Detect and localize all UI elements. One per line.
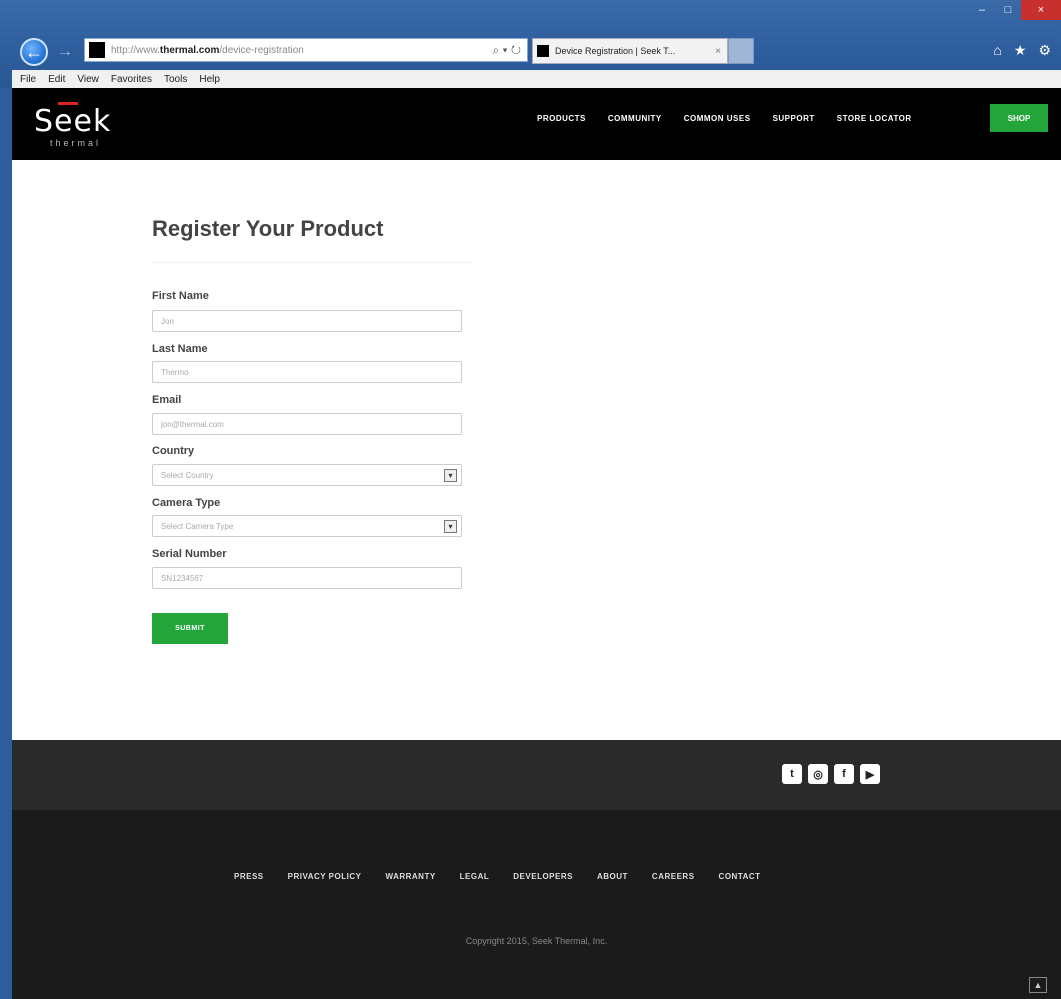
close-window-icon[interactable]: × [1021, 0, 1061, 20]
nav-common-uses[interactable]: COMMON USES [684, 114, 751, 123]
camera-type-label: Camera Type [152, 497, 221, 509]
menu-help[interactable]: Help [199, 74, 220, 85]
instagram-icon[interactable]: ◎ [808, 764, 828, 784]
last-name-label: Last Name [152, 343, 208, 355]
email-label: Email [152, 394, 182, 406]
address-bar[interactable]: http://www.thermal.com/device-registrati… [84, 38, 528, 62]
menu-tools[interactable]: Tools [164, 74, 187, 85]
tab-close-icon[interactable]: × [715, 46, 721, 57]
serial-number-label: Serial Number [152, 548, 227, 560]
new-tab-button[interactable] [728, 38, 754, 64]
scroll-to-top-icon[interactable]: ▲ [1029, 977, 1047, 993]
submit-button[interactable]: SUBMIT [152, 613, 228, 644]
page-title: Register Your Product [152, 216, 384, 241]
menu-edit[interactable]: Edit [48, 74, 65, 85]
copyright-text: Copyright 2015, Seek Thermal, Inc. [465, 936, 608, 946]
footer-link-legal[interactable]: LEGAL [460, 872, 490, 881]
twitter-icon[interactable]: t [782, 764, 802, 784]
first-name-input[interactable]: Jon [152, 310, 462, 332]
first-name-label: First Name [152, 290, 209, 302]
shop-button[interactable]: SHOP [990, 104, 1048, 132]
camera-type-select-value: Select Camera Type [161, 521, 234, 531]
menu-file[interactable]: File [20, 74, 36, 85]
forward-arrow-icon: → [57, 43, 73, 60]
nav-community[interactable]: COMMUNITY [608, 114, 662, 123]
registration-section: Register Your Product First Name Jon Las… [12, 160, 1061, 740]
settings-gear-icon[interactable]: ⚙ [1038, 42, 1051, 59]
country-select-value: Select Country [161, 470, 214, 480]
footer-link-privacy[interactable]: PRIVACY POLICY [288, 872, 362, 881]
tab-title: Device Registration | Seek T... [555, 46, 676, 56]
footer-link-careers[interactable]: CAREERS [652, 872, 695, 881]
browser-toolbar-icons: ⌂ ★ ⚙ [993, 42, 1051, 59]
favorites-star-icon[interactable]: ★ [1014, 42, 1027, 59]
footer-link-press[interactable]: PRESS [234, 872, 264, 881]
site-header: Seek thermal PRODUCTS COMMUNITY COMMON U… [12, 88, 1061, 160]
url-path: /device-registration [219, 44, 304, 56]
back-arrow-icon: ← [25, 41, 43, 62]
nav-support[interactable]: SUPPORT [773, 114, 815, 123]
seek-logo[interactable]: Seek [34, 104, 111, 139]
last-name-input[interactable]: Thermo [152, 361, 462, 383]
home-icon[interactable]: ⌂ [993, 42, 1001, 59]
footer-link-about[interactable]: ABOUT [597, 872, 628, 881]
chevron-down-icon[interactable]: ▾ [444, 520, 457, 533]
footer-link-developers[interactable]: DEVELOPERS [513, 872, 573, 881]
menu-view[interactable]: View [77, 74, 99, 85]
menu-favorites[interactable]: Favorites [111, 74, 152, 85]
country-select[interactable]: Select Country ▾ [152, 464, 462, 486]
social-links: t ◎ f ▶ [782, 764, 880, 784]
minimize-icon[interactable]: – [969, 0, 995, 20]
chevron-down-icon[interactable]: ▾ [444, 469, 457, 482]
serial-number-input[interactable]: SN1234567 [152, 567, 462, 589]
url-domain: thermal.com [159, 44, 220, 56]
footer-links: PRESS PRIVACY POLICY WARRANTY LEGAL DEVE… [234, 872, 785, 881]
email-input[interactable]: jon@thermal.com [152, 413, 462, 435]
footer-main: PRESS PRIVACY POLICY WARRANTY LEGAL DEVE… [12, 810, 1061, 999]
browser-tab[interactable]: Device Registration | Seek T... × [532, 38, 728, 64]
forward-button[interactable]: → [54, 41, 76, 63]
youtube-icon[interactable]: ▶ [860, 764, 880, 784]
tab-favicon-icon [537, 45, 549, 57]
footer-social-bar: t ◎ f ▶ [12, 740, 1061, 810]
site-favicon-icon [89, 42, 105, 58]
main-nav: PRODUCTS COMMUNITY COMMON USES SUPPORT S… [537, 88, 934, 148]
back-button[interactable]: ← [20, 38, 48, 66]
menu-bar: File Edit View Favorites Tools Help [12, 70, 1061, 88]
logo-subtext: thermal [50, 138, 102, 148]
address-tools[interactable]: ⌕ ▾ ↻ [492, 43, 521, 58]
title-divider [152, 262, 472, 263]
footer-link-warranty[interactable]: WARRANTY [385, 872, 435, 881]
browser-frame-edge [0, 0, 12, 999]
nav-store-locator[interactable]: STORE LOCATOR [837, 114, 912, 123]
url-text: http://www.thermal.com/device-registrati… [111, 45, 304, 56]
nav-products[interactable]: PRODUCTS [537, 114, 586, 123]
country-label: Country [152, 445, 195, 457]
facebook-icon[interactable]: f [834, 764, 854, 784]
window-controls: – □ × [969, 0, 1061, 20]
maximize-icon[interactable]: □ [995, 0, 1021, 20]
camera-type-select[interactable]: Select Camera Type ▾ [152, 515, 462, 537]
footer-link-contact[interactable]: CONTACT [719, 872, 761, 881]
url-prefix: http://www. [111, 44, 160, 56]
